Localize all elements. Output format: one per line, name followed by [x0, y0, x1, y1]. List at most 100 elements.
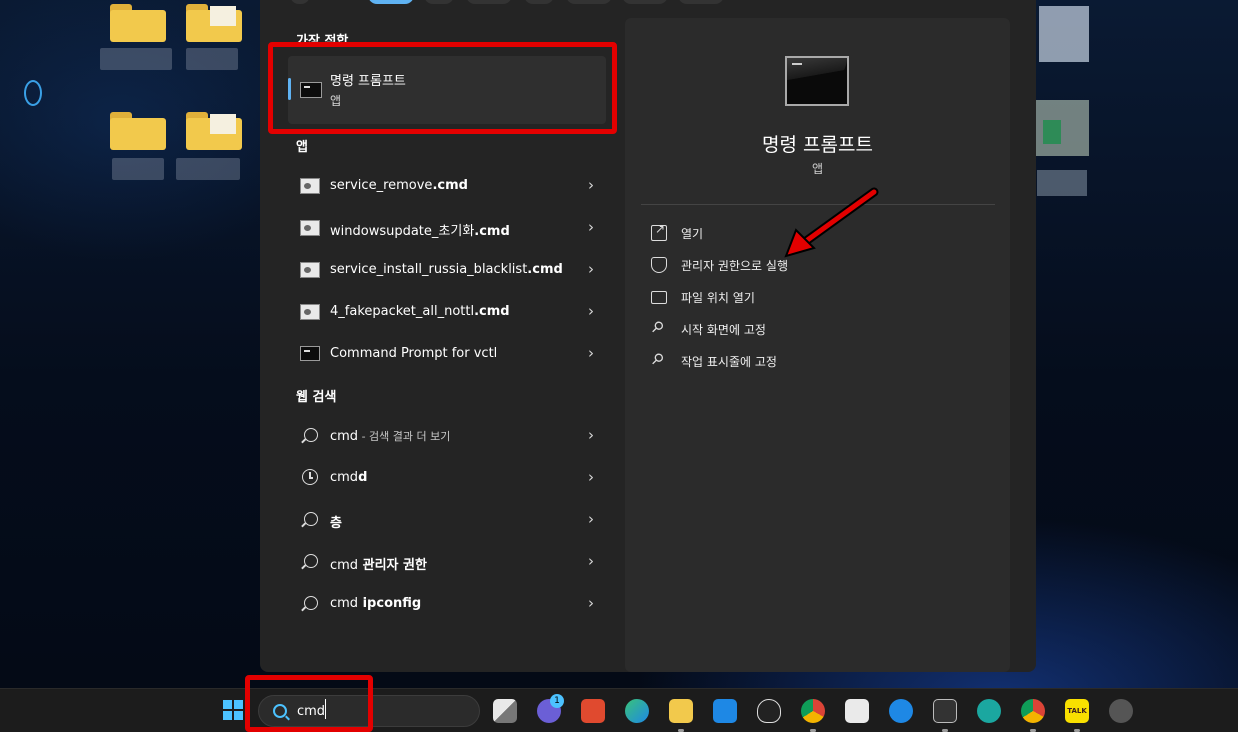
- app-result-ext: .cmd: [474, 304, 510, 319]
- web-result-item[interactable]: cmd 관리자 권한 ›: [290, 543, 610, 581]
- script-file-icon: [300, 304, 320, 320]
- history-icon: [302, 469, 318, 485]
- search-icon: [304, 554, 318, 568]
- chevron-right-icon[interactable]: ›: [588, 302, 594, 320]
- filter-tab[interactable]: [622, 0, 668, 4]
- pin-icon: [651, 321, 667, 337]
- app-result-item[interactable]: windowsupdate_초기화.cmd ›: [290, 209, 610, 247]
- app-result-name: Command Prompt for vctl: [330, 346, 498, 361]
- web-result-suffix: d: [358, 470, 368, 485]
- app-result-item[interactable]: 4_fakepacket_all_nottl.cmd ›: [290, 293, 610, 331]
- app-result-name: windowsupdate_초기화: [330, 224, 475, 239]
- chrome-icon[interactable]: [801, 699, 825, 723]
- desktop-label-blurred: [176, 158, 240, 180]
- mail-icon[interactable]: [713, 699, 737, 723]
- web-result-query: cmd: [330, 470, 359, 485]
- desktop-right-icons-blurred: [1035, 0, 1095, 240]
- shield-icon: [651, 257, 667, 273]
- filter-tab[interactable]: [466, 0, 512, 4]
- chrome-profile-icon[interactable]: [1021, 699, 1045, 723]
- chevron-right-icon[interactable]: ›: [588, 468, 594, 486]
- desktop-folder-icon[interactable]: [110, 110, 166, 150]
- detail-app-title: 명령 프롬프트: [762, 134, 873, 156]
- chevron-right-icon[interactable]: ›: [588, 344, 594, 362]
- taskbar: cmd 1 TALK: [0, 688, 1238, 732]
- chevron-right-icon[interactable]: ›: [588, 552, 594, 570]
- script-file-icon: [300, 220, 320, 236]
- app-result-ext: .cmd: [527, 262, 563, 277]
- terminal-icon[interactable]: [933, 699, 957, 723]
- detail-app-type: 앱: [811, 162, 824, 176]
- desktop-folder-icon[interactable]: [186, 2, 242, 42]
- app-result-item[interactable]: Command Prompt for vctl ›: [290, 335, 610, 373]
- kakaotalk-icon[interactable]: TALK: [1065, 699, 1089, 723]
- web-result-suffix: 관리자 권한: [358, 558, 427, 573]
- chevron-right-icon[interactable]: ›: [588, 260, 594, 278]
- filter-tab[interactable]: [678, 0, 724, 4]
- filter-tab-active[interactable]: [368, 0, 414, 4]
- app-blue-icon[interactable]: [889, 699, 913, 723]
- desktop-label-blurred: [100, 48, 172, 70]
- action-open-file-location[interactable]: 파일 위치 열기: [651, 284, 951, 310]
- app-gray-icon[interactable]: [1109, 699, 1133, 723]
- search-icon: [304, 428, 318, 442]
- desktop-glow-icon: [24, 80, 42, 106]
- annotation-highlight-search: [245, 675, 373, 732]
- app-teal-icon[interactable]: [977, 699, 1001, 723]
- app-result-name: service_install_russia_blacklist: [330, 262, 528, 277]
- script-file-icon: [300, 262, 320, 278]
- file-explorer-icon[interactable]: [669, 699, 693, 723]
- apps-heading: 앱: [296, 140, 308, 155]
- action-label: 파일 위치 열기: [681, 291, 755, 305]
- app-result-ext: .cmd: [474, 224, 510, 239]
- action-pin-to-start[interactable]: 시작 화면에 고정: [651, 316, 951, 342]
- script-file-icon: [300, 178, 320, 194]
- edge-icon[interactable]: [625, 699, 649, 723]
- kakaotalk-label: TALK: [1067, 707, 1087, 715]
- search-icon: [304, 512, 318, 526]
- filter-tab[interactable]: [566, 0, 612, 4]
- search-icon: [304, 596, 318, 610]
- annotation-arrow: [784, 187, 879, 258]
- action-label: 열기: [681, 227, 704, 241]
- web-result-item[interactable]: cmd - 검색 결과 더 보기 ›: [290, 417, 610, 455]
- filter-tab[interactable]: [524, 0, 554, 4]
- task-view-icon[interactable]: [493, 699, 517, 723]
- web-result-item[interactable]: cmd ipconfig ›: [290, 585, 610, 623]
- chevron-right-icon[interactable]: ›: [588, 426, 594, 444]
- microsoft-store-icon[interactable]: [845, 699, 869, 723]
- action-label: 관리자 권한으로 실행: [681, 259, 788, 273]
- web-result-item[interactable]: 층 ›: [290, 501, 610, 539]
- pin-icon: [651, 353, 667, 369]
- web-result-item[interactable]: cmdd ›: [290, 459, 610, 497]
- app-result-item[interactable]: service_remove.cmd ›: [290, 167, 610, 205]
- chevron-right-icon[interactable]: ›: [588, 218, 594, 236]
- web-search-heading: 웹 검색: [296, 390, 337, 405]
- cmd-icon: [300, 346, 320, 361]
- app-result-item[interactable]: service_install_russia_blacklist.cmd ›: [290, 251, 610, 289]
- open-icon: [651, 222, 667, 241]
- desktop-label-blurred: [112, 158, 164, 180]
- chevron-right-icon[interactable]: ›: [588, 594, 594, 612]
- filter-tab[interactable]: [424, 0, 454, 4]
- windows-start-icon[interactable]: [223, 700, 243, 720]
- filter-tab[interactable]: [290, 0, 310, 4]
- notification-badge: 1: [550, 694, 564, 708]
- web-result-query: cmd: [330, 429, 359, 444]
- desktop-folder-icon[interactable]: [110, 2, 166, 42]
- web-result-query: cmd: [330, 558, 359, 573]
- annotation-highlight-best-match: [268, 42, 617, 134]
- chevron-right-icon[interactable]: ›: [588, 510, 594, 528]
- web-result-suffix: ipconfig: [358, 596, 422, 611]
- desktop-label-blurred: [186, 48, 238, 70]
- chevron-right-icon[interactable]: ›: [588, 176, 594, 194]
- web-result-query: cmd: [330, 596, 359, 611]
- web-result-suffix: 층: [330, 516, 342, 531]
- alienware-icon[interactable]: [757, 699, 781, 723]
- desktop-folder-icon[interactable]: [186, 110, 242, 150]
- action-pin-to-taskbar[interactable]: 작업 표시줄에 고정: [651, 348, 951, 374]
- app-result-ext: .cmd: [432, 178, 468, 193]
- action-label: 시작 화면에 고정: [681, 323, 766, 337]
- app-red-icon[interactable]: [581, 699, 605, 723]
- app-detail-pane: 명령 프롬프트 앱 열기 관리자 권한으로 실행 파일 위치 열기 시작 화면에…: [625, 18, 1010, 672]
